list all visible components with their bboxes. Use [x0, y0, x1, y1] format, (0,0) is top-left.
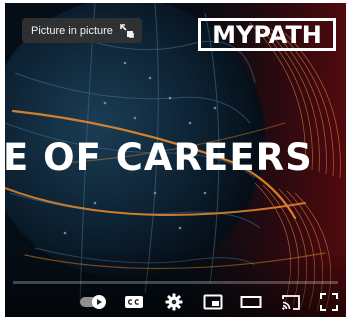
cast-button[interactable]: [279, 290, 303, 314]
miniplayer-icon: [203, 294, 223, 310]
captions-button[interactable]: [121, 290, 147, 314]
theater-mode-button[interactable]: [238, 290, 264, 314]
logo-text: MYPATH: [212, 20, 322, 49]
gear-icon: [165, 293, 183, 311]
fullscreen-icon: [320, 293, 338, 311]
autoplay-toggle-icon: [80, 295, 106, 309]
settings-button[interactable]: [162, 290, 186, 314]
autoplay-toggle[interactable]: [77, 290, 111, 314]
picture-in-picture-icon: [120, 23, 134, 38]
video-headline: E OF CAREERS: [5, 136, 313, 179]
theater-icon: [240, 296, 262, 308]
fullscreen-button[interactable]: [318, 290, 340, 314]
channel-logo: MYPATH: [198, 18, 336, 51]
video-player[interactable]: Picture in picture MYPATH E OF CAREERS: [5, 3, 346, 317]
miniplayer-button[interactable]: [201, 290, 225, 314]
cast-icon: [282, 294, 300, 310]
tooltip-label: Picture in picture: [31, 24, 113, 37]
picture-in-picture-tooltip: Picture in picture: [22, 18, 142, 43]
cc-icon: [125, 296, 143, 308]
progress-bar[interactable]: [13, 281, 338, 284]
